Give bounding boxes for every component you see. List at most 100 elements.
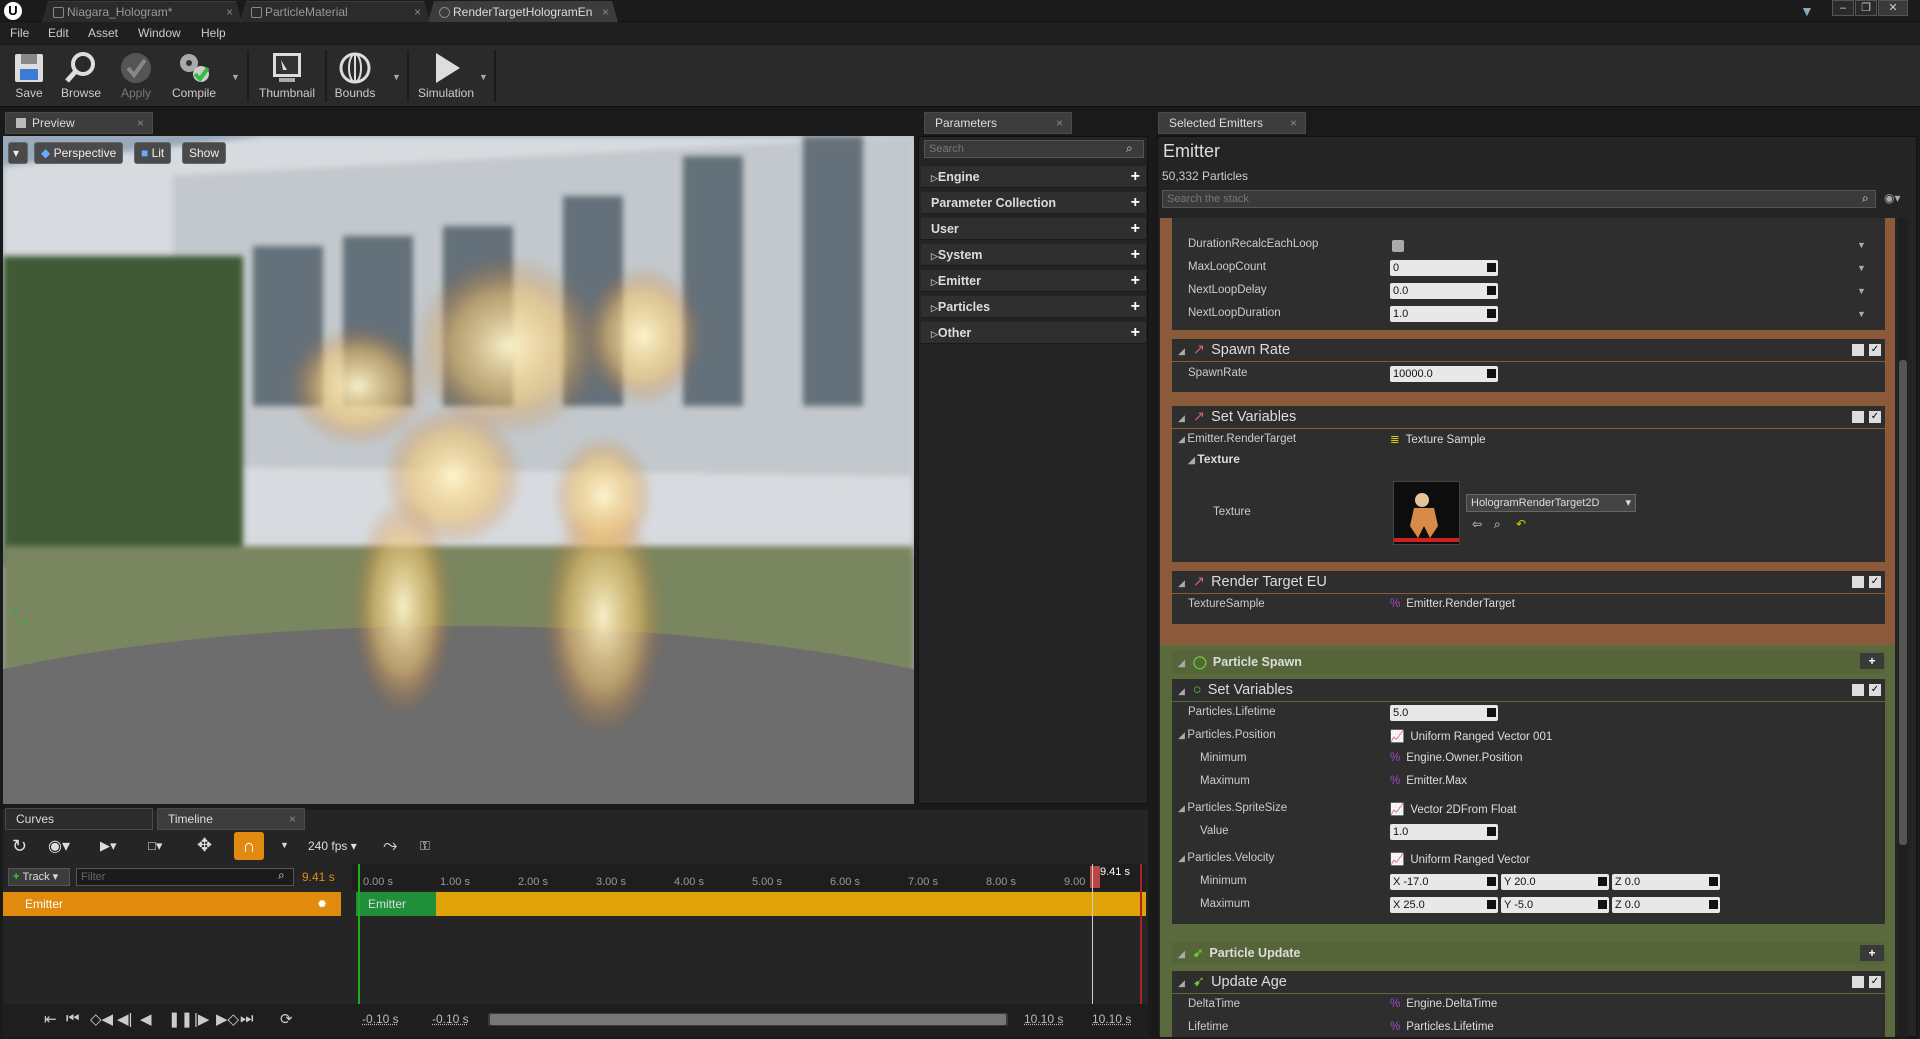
chevron-down-icon[interactable]: ▼: [1857, 309, 1866, 319]
selection-options-icon[interactable]: □▾: [148, 838, 162, 854]
preview-viewport[interactable]: z └ x: [3, 136, 914, 804]
emitter-track-label[interactable]: Emitter ✹: [3, 892, 341, 916]
lock-icon[interactable]: ⚿: [420, 838, 430, 854]
use-selected-arrow-icon[interactable]: ⇦: [1472, 517, 1482, 531]
trash-icon[interactable]: [1852, 976, 1864, 988]
texture-sample-value[interactable]: ≣ Texture Sample: [1390, 432, 1486, 446]
chevron-down-icon[interactable]: ▼: [1857, 240, 1866, 250]
viewport-options-icon[interactable]: ▾: [8, 142, 28, 164]
go-to-start-icon[interactable]: ⇤: [44, 1010, 57, 1028]
add-module-icon[interactable]: +: [1860, 945, 1884, 961]
play-options-icon[interactable]: ▶▾: [100, 838, 117, 854]
module-render-target-eu[interactable]: ◢ ↗ Render Target EU: [1172, 571, 1885, 593]
previous-key-icon[interactable]: ◇◀: [90, 1010, 113, 1028]
search-icon[interactable]: ⌕: [1126, 141, 1133, 156]
spawn-rate-field[interactable]: 10000.0: [1390, 366, 1498, 382]
apply-button[interactable]: Apply: [112, 46, 160, 106]
eye-options-icon[interactable]: ◉▾: [48, 836, 70, 856]
save-button[interactable]: Save: [6, 46, 52, 106]
stack-search-input[interactable]: Search the stack: [1162, 190, 1876, 208]
tab-niagara-hologram[interactable]: Niagara_Hologram* ×: [42, 1, 242, 22]
chevron-down-icon[interactable]: ▼: [1857, 286, 1866, 296]
tab-parameters[interactable]: Parameters ×: [924, 112, 1072, 134]
particle-update-header[interactable]: ◢ ➹ Particle Update: [1172, 942, 1885, 964]
velocity-function[interactable]: 📈 Uniform Ranged Vector: [1390, 852, 1530, 866]
view-end-field[interactable]: 10.10 s: [1024, 1012, 1063, 1026]
tab-selected-emitters[interactable]: Selected Emitters ×: [1158, 112, 1306, 134]
module-set-variables-1[interactable]: ◢ ↗ Set Variables: [1172, 406, 1885, 428]
bounds-button[interactable]: Bounds: [330, 46, 380, 106]
search-icon[interactable]: ⌕: [278, 868, 285, 883]
emitter-track-bar[interactable]: [356, 892, 1146, 916]
spritesize-function[interactable]: 📈 Vector 2DFrom Float: [1390, 802, 1516, 816]
source-control-icon[interactable]: ▼: [1800, 3, 1814, 19]
delta-time-link[interactable]: % Engine.DeltaTime: [1390, 998, 1497, 1010]
chevron-down-icon[interactable]: ▼: [1857, 263, 1866, 273]
enable-checkbox[interactable]: ✓: [1869, 684, 1881, 696]
perspective-button[interactable]: ◆ Perspective: [34, 142, 124, 164]
menu-edit[interactable]: Edit: [48, 26, 69, 40]
fps-dropdown[interactable]: 240 fps ▾: [308, 839, 357, 853]
module-set-variables-2[interactable]: ◢ ○ Set Variables: [1172, 679, 1885, 701]
track-filter-input[interactable]: Filter: [76, 868, 294, 886]
view-start-field[interactable]: -0.10 s: [432, 1012, 469, 1026]
add-icon[interactable]: +: [1131, 322, 1140, 344]
trash-icon[interactable]: [1852, 411, 1864, 423]
next-loop-delay-field[interactable]: 0.0: [1390, 283, 1498, 299]
loop-refresh-icon[interactable]: ↻: [12, 836, 27, 857]
reset-arrow-icon[interactable]: ↶: [1516, 517, 1526, 531]
snap-dropdown-icon[interactable]: ▼: [280, 840, 289, 850]
trash-icon[interactable]: [1852, 576, 1864, 588]
compile-button[interactable]: Compile: [166, 46, 222, 106]
duration-recalc-checkbox[interactable]: [1392, 240, 1404, 252]
velocity-min-z[interactable]: Z 0.0: [1612, 874, 1720, 890]
param-engine[interactable]: ▷Engine +: [921, 166, 1146, 188]
enable-checkbox[interactable]: ✓: [1869, 576, 1881, 588]
next-key-icon[interactable]: ▶◇: [216, 1010, 239, 1028]
add-icon[interactable]: +: [1131, 270, 1140, 292]
close-icon[interactable]: ×: [137, 113, 144, 133]
spritesize-value-field[interactable]: 1.0: [1390, 824, 1498, 840]
menu-file[interactable]: File: [10, 26, 29, 40]
menu-asset[interactable]: Asset: [88, 26, 118, 40]
add-icon[interactable]: +: [1131, 192, 1140, 214]
close-icon[interactable]: ×: [1056, 113, 1063, 133]
next-loop-duration-field[interactable]: 1.0: [1390, 306, 1498, 322]
browse-magnifier-icon[interactable]: ⌕: [1494, 517, 1501, 532]
param-particles[interactable]: ▷Particles +: [921, 296, 1146, 318]
module-spawn-rate[interactable]: ◢ ↗ Spawn Rate: [1172, 339, 1885, 361]
curve-editor-icon[interactable]: ⤳: [383, 835, 397, 856]
close-icon[interactable]: ×: [289, 809, 296, 829]
enable-checkbox[interactable]: ✓: [1869, 411, 1881, 423]
add-track-button[interactable]: + Track ▾: [8, 868, 70, 886]
tab-particle-material[interactable]: ParticleMaterial ×: [240, 1, 430, 22]
close-icon[interactable]: ×: [602, 2, 609, 22]
tab-curves[interactable]: Curves: [5, 808, 153, 830]
play-reverse-icon[interactable]: ◀: [140, 1010, 152, 1028]
lifetime-link[interactable]: % Particles.Lifetime: [1390, 1021, 1494, 1033]
trash-icon[interactable]: [1852, 684, 1864, 696]
position-min-link[interactable]: % Engine.Owner.Position: [1390, 752, 1523, 764]
scrollbar-thumb[interactable]: [1899, 360, 1907, 845]
particle-spawn-header[interactable]: ◢ ◯ Particle Spawn: [1172, 651, 1885, 673]
lit-button[interactable]: ■ Lit: [134, 142, 172, 164]
tab-render-target-hologram[interactable]: RenderTargetHologramEn ×: [428, 1, 618, 22]
tab-preview[interactable]: Preview ×: [5, 112, 153, 134]
loop-icon[interactable]: ⟳: [280, 1010, 293, 1028]
thumbnail-button[interactable]: Thumbnail: [255, 46, 319, 106]
show-button[interactable]: Show: [182, 142, 227, 164]
search-icon[interactable]: ⌕: [1862, 191, 1869, 206]
go-to-end-icon[interactable]: ⏭: [240, 1010, 254, 1027]
velocity-min-y[interactable]: Y 20.0: [1501, 874, 1609, 890]
add-module-icon[interactable]: +: [1860, 653, 1884, 669]
lifetime-field[interactable]: 5.0: [1390, 705, 1498, 721]
compile-dropdown-icon[interactable]: ▼: [231, 72, 240, 82]
close-icon[interactable]: ×: [414, 2, 421, 22]
minimize-icon[interactable]: –: [1832, 0, 1854, 16]
velocity-min-x[interactable]: X -17.0: [1390, 874, 1498, 890]
velocity-max-y[interactable]: Y -5.0: [1501, 897, 1609, 913]
tab-timeline[interactable]: Timeline ×: [157, 808, 305, 830]
range-start-field[interactable]: -0.10 s: [362, 1012, 399, 1026]
range-end-field[interactable]: 10.10 s: [1092, 1012, 1131, 1026]
enable-checkbox[interactable]: ✓: [1869, 976, 1881, 988]
